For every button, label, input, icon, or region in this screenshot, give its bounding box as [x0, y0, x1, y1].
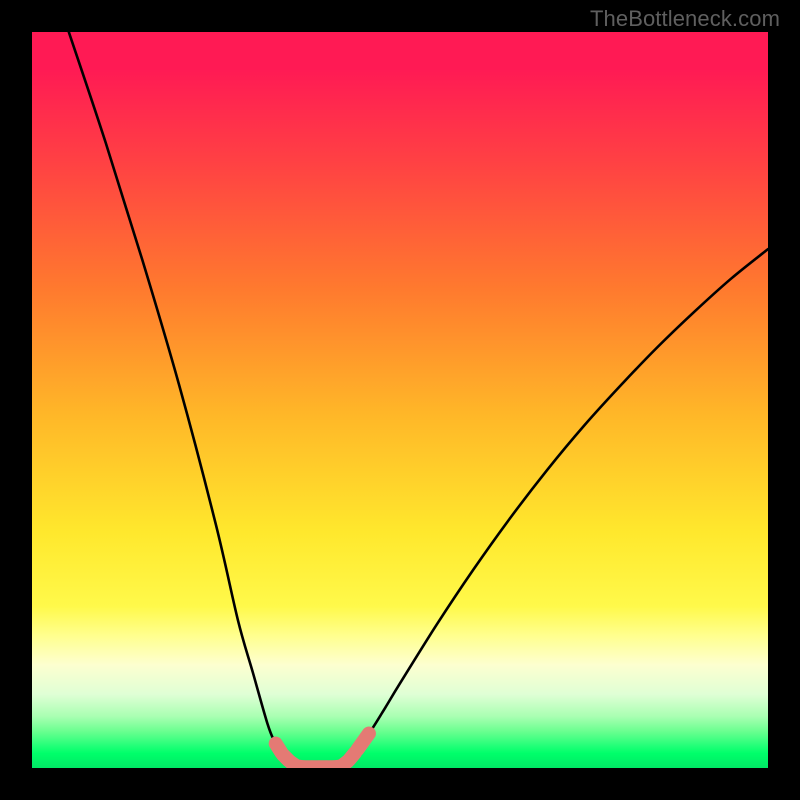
watermark-text: TheBottleneck.com	[590, 6, 780, 32]
right-curve	[341, 249, 768, 766]
basin-segments	[276, 733, 369, 767]
chart-frame: TheBottleneck.com	[0, 0, 800, 800]
plot-area	[32, 32, 768, 768]
left-curve	[69, 32, 297, 767]
basin-segment	[357, 733, 368, 749]
curve-layer	[32, 32, 768, 768]
